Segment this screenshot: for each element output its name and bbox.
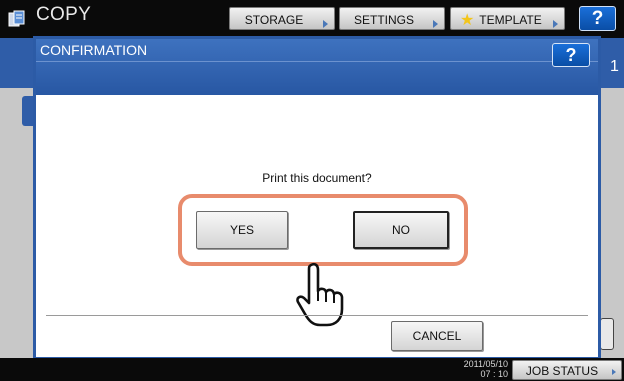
- dialog-header-divider: [36, 61, 598, 62]
- template-button[interactable]: ★ TEMPLATE: [450, 7, 565, 30]
- storage-button-label: STORAGE: [244, 13, 304, 27]
- status-time: 07 : 10: [480, 369, 508, 379]
- help-button[interactable]: ?: [579, 6, 616, 31]
- top-bar: COPY STORAGE SETTINGS ★ TEMPLATE ?: [0, 0, 624, 38]
- confirmation-dialog: CONFIRMATION ? Print this document? YES …: [33, 36, 601, 360]
- cancel-button[interactable]: CANCEL: [391, 321, 483, 351]
- settings-button-label: SETTINGS: [353, 13, 414, 27]
- dialog-title: CONFIRMATION: [40, 42, 148, 58]
- job-status-button[interactable]: JOB STATUS: [512, 360, 622, 380]
- dialog-help-button[interactable]: ?: [552, 43, 590, 67]
- background-page-number: 1: [610, 58, 619, 75]
- storage-button[interactable]: STORAGE: [229, 7, 335, 30]
- arrow-right-icon: [433, 20, 438, 28]
- arrow-right-icon: [553, 20, 558, 28]
- dialog-header: CONFIRMATION ?: [36, 39, 598, 95]
- copy-icon: [8, 10, 25, 27]
- arrow-right-icon: [323, 20, 328, 28]
- dialog-message: Print this document?: [262, 171, 372, 185]
- status-bar: 2011/05/10 07 : 10 JOB STATUS: [0, 358, 624, 381]
- yes-button[interactable]: YES: [196, 211, 288, 249]
- dialog-footer-divider: [46, 315, 588, 316]
- no-button[interactable]: NO: [353, 211, 449, 249]
- background-side-button: [600, 318, 614, 350]
- status-date: 2011/05/10: [463, 359, 508, 369]
- template-button-label: TEMPLATE: [479, 13, 542, 27]
- arrow-right-icon: [612, 369, 616, 375]
- date-time: 2011/05/10 07 : 10: [456, 359, 508, 379]
- job-status-label: JOB STATUS: [525, 364, 599, 378]
- hand-pointer-icon: [296, 262, 344, 327]
- app-title: COPY: [36, 4, 92, 25]
- settings-button[interactable]: SETTINGS: [339, 7, 445, 30]
